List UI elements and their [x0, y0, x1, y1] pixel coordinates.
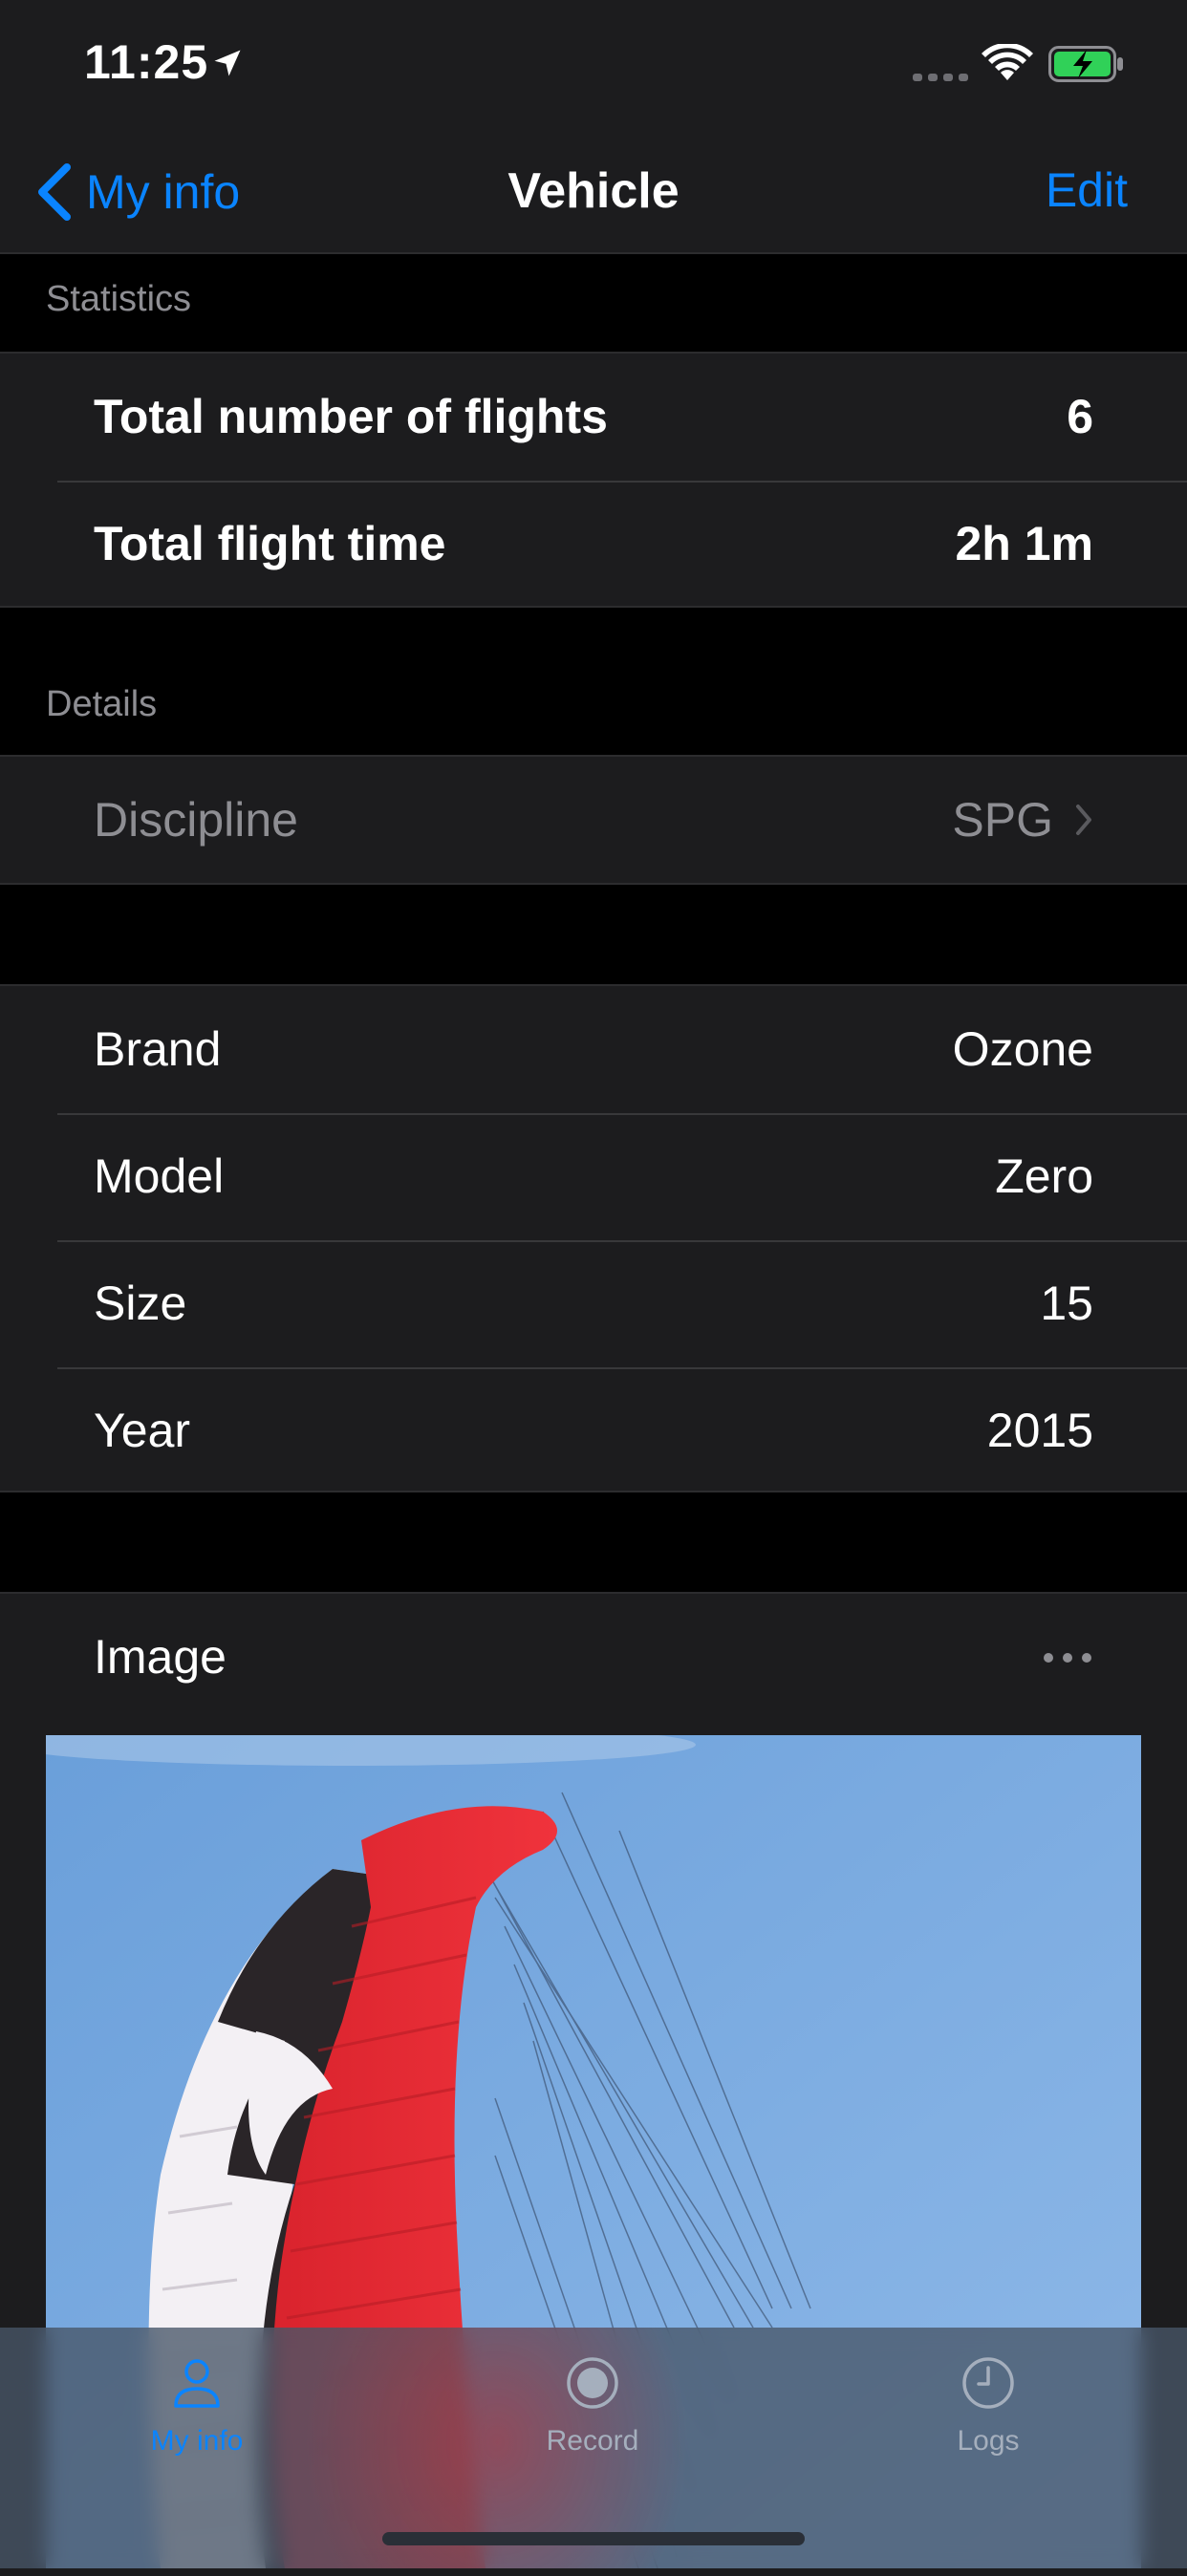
details-group: Discipline SPG — [0, 755, 1187, 885]
clock-icon — [962, 2357, 1014, 2409]
size-row[interactable]: Size 15 — [0, 1240, 1187, 1367]
brand-value: Ozone — [952, 1022, 1093, 1076]
stat-label: Total number of flights — [94, 390, 608, 443]
person-icon — [174, 2359, 220, 2408]
tab-label: Record — [546, 2425, 639, 2457]
statistics-group: Total number of flights 6 Total flight t… — [0, 352, 1187, 608]
tab-label: Logs — [957, 2425, 1020, 2457]
tab-label: My info — [150, 2425, 244, 2457]
record-icon — [567, 2357, 618, 2409]
home-indicator[interactable] — [382, 2532, 805, 2545]
discipline-value: SPG — [952, 793, 1053, 847]
size-label: Size — [94, 1277, 187, 1330]
image-label: Image — [94, 1630, 227, 1684]
details-section-header: Details — [46, 684, 158, 724]
tab-my-info[interactable]: My info — [73, 2354, 321, 2458]
year-value: 2015 — [986, 1404, 1093, 1457]
stat-value: 6 — [1067, 390, 1093, 443]
stat-row-total-flights: Total number of flights 6 — [0, 354, 1187, 481]
wing-details-group: Brand Ozone Model Zero Size 15 Year 2015 — [0, 984, 1187, 1492]
stat-row-total-flight-time: Total flight time 2h 1m — [0, 481, 1187, 608]
status-bar: 11:25 — [0, 0, 1187, 134]
size-value: 15 — [1040, 1277, 1093, 1330]
stat-label: Total flight time — [94, 517, 446, 570]
discipline-row[interactable]: Discipline SPG — [0, 757, 1187, 884]
year-label: Year — [94, 1404, 191, 1457]
navigation-bar: My info Vehicle Edit — [0, 134, 1187, 254]
edit-button[interactable]: Edit — [1046, 162, 1128, 218]
year-row[interactable]: Year 2015 — [0, 1367, 1187, 1494]
tab-bar: My info Record Logs — [0, 2328, 1187, 2568]
more-options-icon[interactable] — [1042, 1651, 1093, 1664]
page-title: Vehicle — [507, 163, 680, 219]
stat-value: 2h 1m — [955, 517, 1093, 570]
discipline-label: Discipline — [94, 793, 298, 847]
image-row: Image — [0, 1594, 1187, 1721]
model-row[interactable]: Model Zero — [0, 1113, 1187, 1240]
tab-record[interactable]: Record — [468, 2354, 717, 2458]
statistics-section-header: Statistics — [46, 279, 192, 319]
tab-logs[interactable]: Logs — [864, 2354, 1112, 2458]
model-value: Zero — [995, 1149, 1093, 1203]
status-time: 11:25 — [84, 35, 209, 89]
chevron-right-icon — [1076, 805, 1091, 835]
wifi-icon — [982, 44, 1033, 80]
brand-label: Brand — [94, 1022, 222, 1076]
model-label: Model — [94, 1149, 225, 1203]
battery-charging-icon — [1048, 46, 1123, 82]
brand-row[interactable]: Brand Ozone — [0, 986, 1187, 1113]
cellular-signal-icon — [913, 74, 968, 81]
location-arrow-icon — [214, 50, 241, 76]
